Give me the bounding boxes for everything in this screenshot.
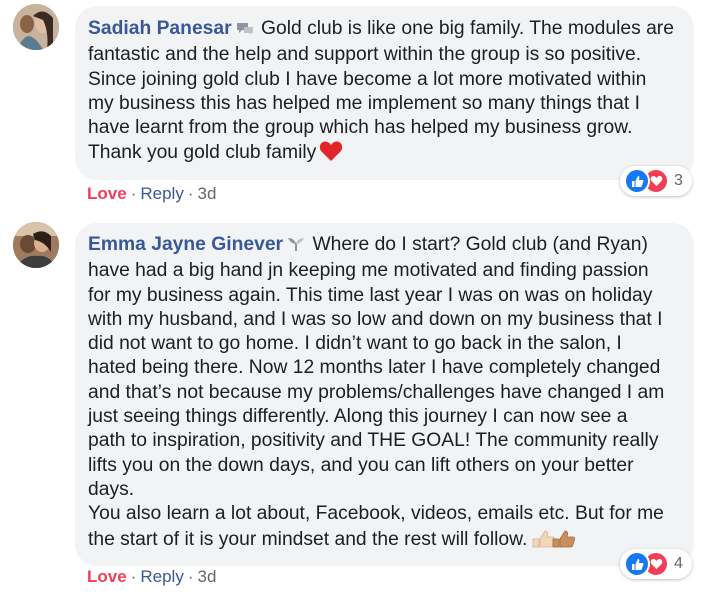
reactions-summary[interactable]: 3 (620, 166, 692, 196)
like-reaction-icon (624, 551, 650, 577)
separator: · (130, 567, 137, 586)
red-heart-icon (319, 140, 343, 169)
comment-line: did not want to go home. I didn’t want t… (88, 333, 622, 355)
comment: Emma Jayne Ginever Where do I start? Gol… (0, 215, 712, 596)
timestamp[interactable]: 3d (198, 184, 217, 203)
comment-line: You also learn a lot about, Facebook, vi… (88, 503, 664, 525)
reactions-summary[interactable]: 4 (620, 549, 692, 579)
author-name[interactable]: Sadiah Panesar (88, 18, 232, 39)
separator: · (187, 184, 194, 203)
separator: · (187, 567, 194, 586)
like-reaction-icon (624, 168, 650, 194)
avatar[interactable] (13, 222, 59, 268)
love-button[interactable]: Love (87, 184, 127, 203)
comment-line: for my business again. This time last ye… (88, 284, 653, 306)
timestamp[interactable]: 3d (198, 567, 217, 586)
comment-bubble: Sadiah Panesar Gold club is like one big… (75, 6, 694, 180)
reply-button[interactable]: Reply (140, 567, 183, 586)
comment-line: path to inspiration, positivity and THE … (88, 430, 659, 452)
love-button[interactable]: Love (87, 567, 127, 586)
comment-line: Thank you gold club family (88, 142, 317, 164)
comment-line: my business this has helped me implement… (88, 92, 640, 114)
comment-line: have learnt from the group which has hel… (88, 117, 633, 139)
conversation-starter-icon (236, 19, 254, 43)
comment-line: and that’s not because my problems/chall… (88, 381, 665, 403)
reaction-count: 4 (674, 555, 683, 572)
avatar[interactable] (13, 4, 59, 50)
comment-line: hated being there. Now 12 months later I… (88, 357, 661, 379)
comment-line: Since joining gold club I have become a … (88, 68, 647, 90)
comment-bubble: Emma Jayne Ginever Where do I start? Gol… (75, 223, 694, 566)
comment-line: Gold club is like one big family. The mo… (260, 18, 674, 39)
comment-line: Where do I start? Gold club (and Ryan) (312, 234, 648, 255)
comment-line: with my husband, and I was so low and do… (88, 308, 663, 330)
thumbs-up-icons (531, 527, 577, 556)
comment-line: have had a big hand jn keeping me motiva… (88, 260, 649, 282)
rising-star-icon (287, 235, 305, 259)
reaction-count: 3 (674, 172, 683, 189)
comment: Sadiah Panesar Gold club is like one big… (0, 0, 712, 205)
comment-line: just seeing things differently. Along th… (88, 406, 628, 428)
author-name[interactable]: Emma Jayne Ginever (88, 234, 283, 255)
comment-line: the start of it is your mindset and the … (88, 528, 528, 550)
comment-line: fantastic and the help and support withi… (88, 44, 642, 66)
separator: · (130, 184, 137, 203)
reply-button[interactable]: Reply (140, 184, 183, 203)
comment-actions: Love · Reply · 3d (87, 567, 216, 587)
comment-line: days. (88, 478, 135, 500)
comment-actions: Love · Reply · 3d (87, 184, 216, 204)
comment-line: lifts you on the down days, and you can … (88, 454, 634, 476)
